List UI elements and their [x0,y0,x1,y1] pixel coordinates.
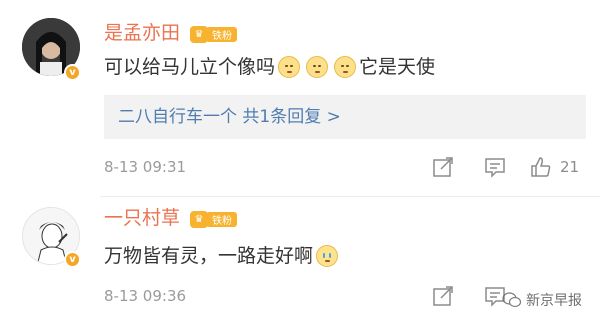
username[interactable]: 是孟亦田 [104,22,180,44]
fan-badge: ♛ 铁粉 [190,209,237,229]
comment-icon[interactable] [484,156,506,178]
pensive-face-icon [278,56,301,78]
reply-preview-link[interactable]: 二八自行车一个 共1条回复 > [118,106,341,128]
comment-text-tail: 它是天使 [359,56,436,78]
comment-text-main: 可以给马儿立个像吗 [104,56,276,78]
fan-badge-label: 铁粉 [206,26,237,42]
verified-badge-icon: v [64,64,81,81]
reply-preview-box[interactable]: 二八自行车一个 共1条回复 > [104,95,586,139]
like-icon[interactable] [530,156,552,178]
comment-text: 可以给马儿立个像吗 它是天使 [104,54,435,80]
crown-icon: ♛ [190,210,208,228]
watermark: 新京早报 [502,290,582,310]
share-icon[interactable] [432,156,454,178]
fan-badge: ♛ 铁粉 [190,24,237,44]
comment-timestamp: 8-13 09:31 [104,158,187,176]
pensive-face-icon [306,56,329,78]
comment-text-main: 万物皆有灵，一路走好啊 [104,245,314,267]
pensive-face-icon [334,56,357,78]
like-count: 21 [560,158,580,176]
wechat-icon [502,292,522,308]
comment-item: v 是孟亦田 ♛ 铁粉 可以给马儿立个像吗 它是天使 二八自行车一个 共1条回复… [0,0,600,196]
crying-face-icon [316,245,339,267]
verified-badge-icon: v [64,251,81,268]
watermark-text: 新京早报 [526,293,582,309]
crown-icon: ♛ [190,25,208,43]
comment-timestamp: 8-13 09:36 [104,287,187,305]
fan-badge-label: 铁粉 [206,211,237,227]
comment-text: 万物皆有灵，一路走好啊 [104,243,341,269]
share-icon[interactable] [432,285,454,307]
username[interactable]: 一只村草 [104,207,180,229]
